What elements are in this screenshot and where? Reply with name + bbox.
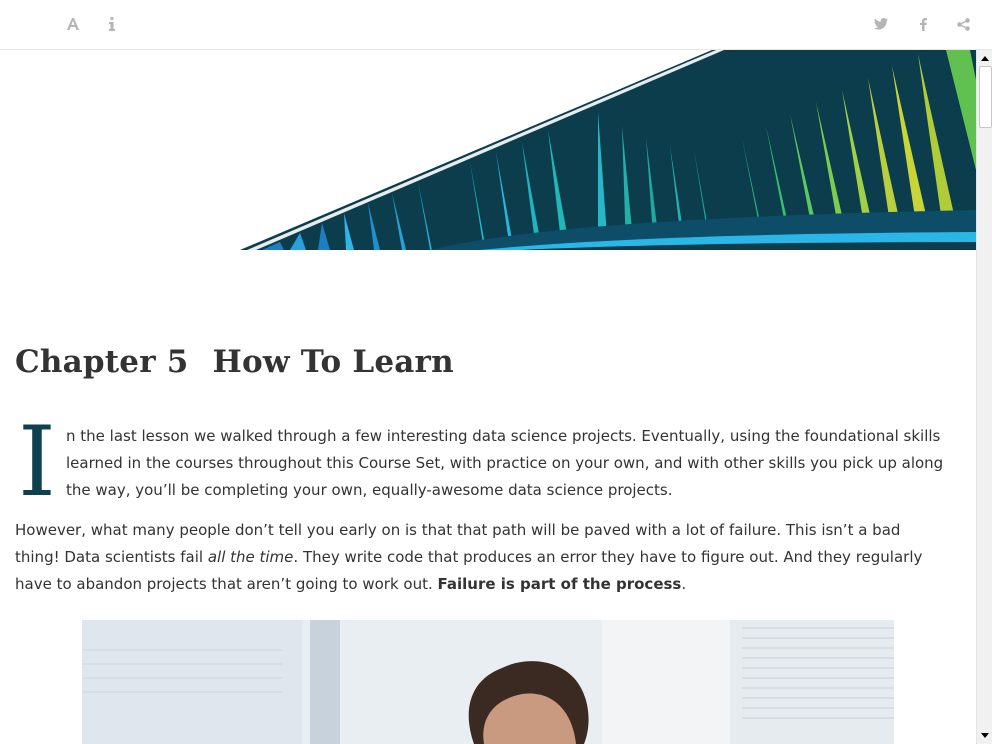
bold-text: Failure is part of the process [437,575,682,593]
top-toolbar [0,0,992,50]
chapter-title: Chapter 5 How To Learn [15,344,454,380]
paragraph-failure: However, what many people don’t tell you… [15,521,923,593]
drop-cap: I [18,406,56,518]
paragraph-intro: n the last lesson we walked through a fe… [66,427,944,499]
info-icon[interactable] [100,12,124,36]
share-icon[interactable] [951,12,975,36]
scrollbar-thumb[interactable] [979,66,992,128]
font-settings-icon[interactable] [61,12,85,36]
chapter-title-text: How To Learn [212,344,454,380]
book-content: Chapter 5 How To Learn I n the last lesso… [0,50,976,744]
person-photo [82,620,894,744]
chapter-number: Chapter 5 [15,344,189,380]
vertical-scrollbar[interactable] [976,50,992,744]
scroll-up-arrow-icon[interactable] [978,51,992,65]
emphasis-text: all the time [207,548,294,566]
chapter-banner-image [228,50,976,250]
facebook-icon[interactable] [911,12,935,36]
twitter-icon[interactable] [869,12,893,36]
scroll-down-arrow-icon[interactable] [978,728,992,742]
